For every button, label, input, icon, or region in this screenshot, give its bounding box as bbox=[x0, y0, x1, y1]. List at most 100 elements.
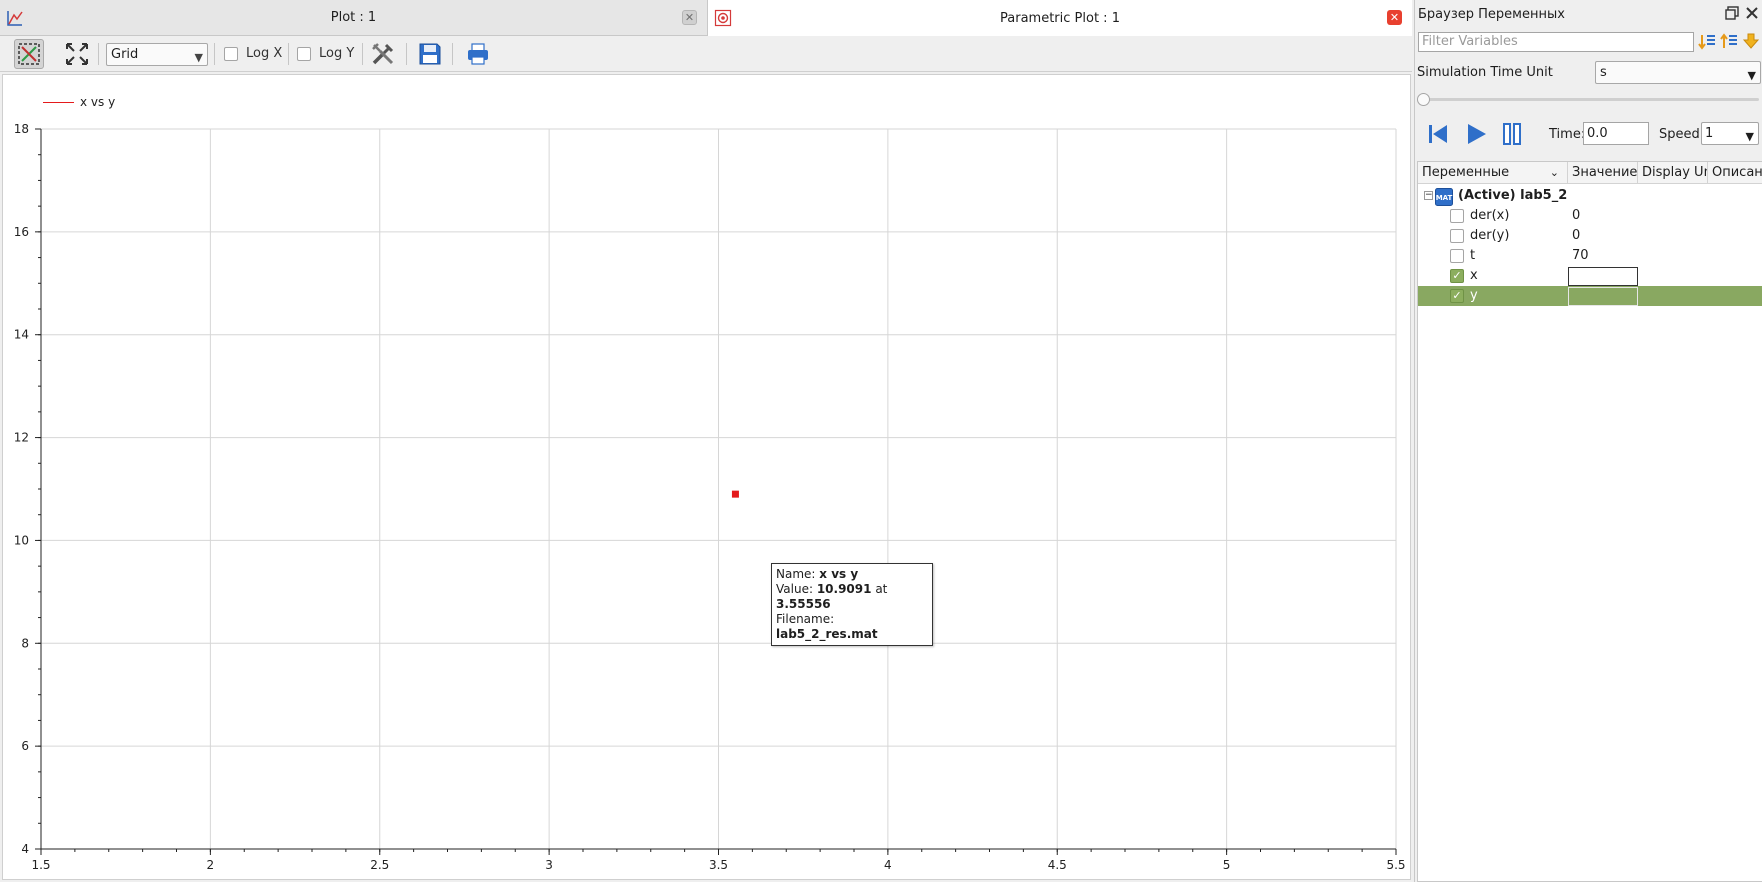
column-header-description[interactable]: Описани bbox=[1708, 162, 1762, 184]
filter-placeholder: Filter Variables bbox=[1422, 34, 1518, 49]
variables-tree[interactable]: Переменные ⌄ Значение Display Un Описани… bbox=[1417, 161, 1762, 882]
variable-checkbox-checked[interactable]: ✓ bbox=[1450, 269, 1464, 283]
log-x-label: Log X bbox=[246, 46, 283, 61]
column-header-display-unit[interactable]: Display Un bbox=[1638, 162, 1708, 184]
variable-row-selected[interactable]: ✓ y bbox=[1418, 286, 1762, 306]
float-panel-icon[interactable] bbox=[1725, 6, 1739, 20]
speed-select[interactable]: 1 ▼ bbox=[1701, 122, 1759, 145]
mat-file-icon: MAT bbox=[1435, 188, 1453, 206]
tab-title: Parametric Plot : 1 bbox=[1000, 10, 1120, 26]
time-slider-track[interactable] bbox=[1423, 98, 1759, 101]
expand-all-icon[interactable] bbox=[1698, 33, 1716, 51]
fit-in-view-icon bbox=[66, 43, 88, 65]
chart-svg[interactable]: 1.5 2 2.5 3 3.5 4 4.5 5 5.5 4 6 8 10 12 14 16 18 bbox=[3, 75, 1410, 879]
close-icon[interactable] bbox=[1745, 6, 1759, 20]
print-button[interactable] bbox=[463, 39, 493, 69]
tooltip-value-line: Value: 10.9091 at 3.55556 bbox=[776, 582, 888, 611]
save-button[interactable] bbox=[415, 39, 445, 69]
y-tick-label: 18 bbox=[14, 122, 29, 136]
tree-header: Переменные ⌄ Значение Display Un Описани bbox=[1418, 162, 1762, 184]
chevron-down-icon: ▼ bbox=[1747, 69, 1756, 82]
speed-label: Speed: bbox=[1659, 127, 1705, 142]
close-icon[interactable]: ✕ bbox=[682, 10, 697, 25]
column-header-value[interactable]: Значение bbox=[1568, 162, 1638, 184]
tooltip-name-line: Name: x vs y bbox=[776, 567, 859, 581]
chevron-down-icon: ⌄ bbox=[1549, 166, 1559, 179]
toolbar-separator bbox=[214, 43, 215, 65]
variable-checkbox[interactable] bbox=[1450, 209, 1464, 223]
x-tick-label: 5 bbox=[1223, 858, 1231, 872]
toolbar-separator bbox=[362, 43, 363, 65]
zoom-icon bbox=[18, 43, 40, 65]
tab-plot-1[interactable]: Plot : 1 ✕ bbox=[0, 0, 708, 36]
checkbox-box[interactable] bbox=[297, 46, 311, 61]
variable-checkbox[interactable] bbox=[1450, 229, 1464, 243]
variable-value: 70 bbox=[1572, 248, 1589, 263]
collapse-all-icon[interactable] bbox=[1720, 33, 1738, 51]
close-icon[interactable]: ✕ bbox=[1387, 10, 1402, 25]
time-input[interactable]: 0.0 bbox=[1583, 122, 1649, 145]
variable-value-editor[interactable] bbox=[1568, 267, 1638, 286]
x-tick-label: 4 bbox=[884, 858, 892, 872]
variable-row[interactable]: t 70 bbox=[1418, 246, 1762, 266]
variable-name: der(y) bbox=[1470, 228, 1510, 243]
variable-name: der(x) bbox=[1470, 208, 1510, 223]
variable-value-editor[interactable] bbox=[1568, 287, 1638, 306]
log-x-checkbox[interactable]: Log X bbox=[224, 46, 282, 61]
y-tick-label: 10 bbox=[14, 533, 29, 547]
tab-title: Plot : 1 bbox=[330, 10, 377, 25]
save-icon bbox=[419, 43, 441, 65]
x-tick-label: 2 bbox=[207, 858, 215, 872]
plot-toolbar: Grid ▼ Log X Log Y bbox=[0, 36, 1412, 72]
rewind-button[interactable] bbox=[1425, 121, 1451, 147]
chevron-down-icon: ▼ bbox=[194, 51, 203, 64]
column-header-variables[interactable]: Переменные ⌄ bbox=[1418, 162, 1568, 184]
arrow-down-icon[interactable] bbox=[1743, 33, 1759, 49]
sim-time-unit-value: s bbox=[1600, 65, 1607, 80]
variables-browser-panel: Браузер Переменных Filter Variables Simu… bbox=[1414, 0, 1762, 882]
x-tick-label: 3 bbox=[545, 858, 553, 872]
svg-text:MAT: MAT bbox=[1436, 194, 1453, 202]
variable-row[interactable]: der(x) 0 bbox=[1418, 206, 1762, 226]
variable-checkbox-checked[interactable]: ✓ bbox=[1450, 289, 1464, 303]
play-button[interactable] bbox=[1463, 121, 1489, 147]
y-tick-label: 8 bbox=[21, 636, 29, 650]
tab-parametric-plot-1[interactable]: Parametric Plot : 1 ✕ bbox=[708, 0, 1412, 36]
parametric-plot-canvas[interactable]: x vs y 1.5 2 2.5 3 3.5 4 4.5 5 5.5 4 6 8 10 12 14 16 18 … bbox=[2, 74, 1411, 880]
pan-zoom-button[interactable] bbox=[14, 39, 44, 69]
pause-button[interactable] bbox=[1499, 121, 1525, 147]
grid-mode-select[interactable]: Grid ▼ bbox=[106, 43, 208, 66]
grid-mode-value: Grid bbox=[111, 47, 139, 62]
fit-in-view-button[interactable] bbox=[62, 39, 92, 69]
toolbar-separator bbox=[288, 43, 289, 65]
tools-icon bbox=[372, 43, 394, 65]
variable-row[interactable]: der(y) 0 bbox=[1418, 226, 1762, 246]
x-tick-label: 4.5 bbox=[1048, 858, 1067, 872]
time-slider-handle[interactable] bbox=[1417, 93, 1430, 106]
collapse-icon[interactable]: − bbox=[1424, 191, 1433, 200]
play-icon bbox=[1468, 124, 1486, 144]
x-tick-label: 2.5 bbox=[370, 858, 389, 872]
variable-checkbox[interactable] bbox=[1450, 249, 1464, 263]
variable-row[interactable]: ✓ x bbox=[1418, 266, 1762, 286]
plot-tab-bar: Plot : 1 ✕ Parametric Plot : 1 ✕ bbox=[0, 0, 1412, 36]
variable-name: t bbox=[1470, 248, 1476, 263]
checkbox-box[interactable] bbox=[224, 46, 238, 61]
point-tooltip: Name: x vs y Value: 10.9091 at 3.55556 F… bbox=[771, 563, 933, 646]
filter-variables-input[interactable]: Filter Variables bbox=[1418, 32, 1694, 52]
y-tick-label: 16 bbox=[14, 225, 29, 239]
log-y-checkbox[interactable]: Log Y bbox=[297, 46, 354, 61]
tooltip-filename-line: Filename: lab5_2_res.mat bbox=[776, 612, 878, 641]
variable-name: y bbox=[1470, 288, 1478, 303]
sim-time-unit-select[interactable]: s ▼ bbox=[1595, 61, 1761, 84]
y-tick-label: 6 bbox=[21, 739, 29, 753]
chevron-down-icon: ▼ bbox=[1745, 130, 1754, 143]
y-tick-label: 12 bbox=[14, 431, 29, 445]
pause-icon bbox=[1503, 123, 1521, 145]
variable-value: 0 bbox=[1572, 208, 1581, 223]
speed-value: 1 bbox=[1705, 126, 1714, 141]
y-tick-label: 4 bbox=[21, 842, 29, 856]
setup-button[interactable] bbox=[368, 39, 398, 69]
panel-title: Браузер Переменных bbox=[1418, 7, 1565, 22]
tree-root-item[interactable]: − MAT (Active) lab5_2 bbox=[1418, 186, 1762, 206]
